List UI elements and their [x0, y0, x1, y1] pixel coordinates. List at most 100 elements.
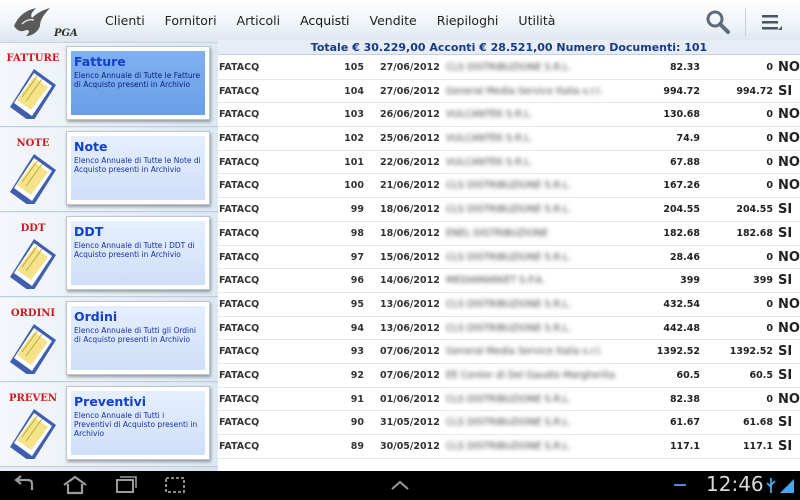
table-row[interactable]: FATACQ 98 18/06/2012 ENEL DISTRIBUZIONE 182.… — [218, 221, 800, 246]
sidebar-item-title: DDT — [74, 224, 104, 239]
supplier-name-cell: General Media Service Italia s.r.l. — [446, 346, 603, 358]
doc-number-cell: 103 — [344, 109, 364, 121]
paid-flag-cell: SI — [778, 415, 793, 431]
doc-number-cell: 99 — [350, 204, 364, 216]
sidebar-item-description: Elenco Annuale di Tutte i DDT di Acquist… — [74, 241, 195, 259]
sidebar-item-ordini[interactable]: ORDINI Ordini Elenco Annuale di Tutti gl… — [0, 298, 218, 382]
sidebar-item-ddt[interactable]: DDT DDT Elenco Annuale di Tutte i DDT di… — [0, 213, 218, 297]
doc-date-cell: 07/06/2012 — [380, 369, 440, 381]
table-row[interactable]: FATACQ 95 13/06/2012 CLS DISTRIBUZIONE S.R.… — [218, 292, 800, 317]
table-row[interactable]: FATACQ 93 07/06/2012 General Media Service … — [218, 340, 800, 364]
table-row[interactable]: FATACQ 102 25/06/2012 VULCANTEK S.R.L. 74.9 0… — [218, 127, 800, 151]
doc-number-cell: 102 — [344, 133, 364, 145]
doc-number-cell: 96 — [350, 275, 364, 287]
doc-type-cell: FATACQ — [219, 417, 260, 429]
home-icon — [63, 475, 87, 495]
doc-number-cell: 97 — [350, 251, 364, 263]
screenshot-icon — [165, 477, 185, 493]
notification-dash-icon — [674, 484, 686, 486]
tab-vendite[interactable]: Vendite — [360, 0, 427, 42]
table-row[interactable]: FATACQ 105 27/06/2012 CLS DISTRIBUZIONE S.R… — [218, 56, 800, 80]
sidebar-icon-label: NOTE — [16, 138, 50, 149]
table-row[interactable]: FATACQ 99 18/06/2012 CLS DISTRIBUZIONE S.R.… — [218, 198, 800, 222]
doc-date-cell: 22/06/2012 — [380, 156, 440, 168]
paid-flag-cell: NO — [778, 131, 800, 147]
amount-cell: 82.38 — [669, 393, 700, 405]
paid-flag-cell: NO — [778, 296, 800, 312]
table-row[interactable]: FATACQ 89 30/05/2012 CLS DISTRIBUZIONE S.R.… — [218, 435, 800, 459]
recent-apps-button[interactable] — [110, 474, 140, 496]
amount-cell: 432.54 — [663, 298, 700, 310]
doc-type-cell: FATACQ — [219, 227, 260, 239]
search-button[interactable] — [704, 8, 732, 36]
tab-riepiloghi[interactable]: Riepiloghi — [427, 0, 509, 42]
table-row[interactable]: FATACQ 90 31/05/2012 CLS DISTRIBUZIONE S.R.… — [218, 411, 800, 435]
deposit-cell: 60.5 — [749, 369, 773, 381]
doc-number-cell: 92 — [350, 369, 364, 381]
supplier-name-cell: CLS DISTRIBUZIONE S.R.L. — [446, 322, 572, 334]
sidebar-item-description: Elenco Annuale di Tutti i Preventivi di … — [74, 411, 198, 438]
deposit-cell: 0 — [766, 393, 773, 405]
doc-type-cell: FATACQ — [219, 156, 260, 168]
deposit-cell: 0 — [766, 133, 773, 145]
table-row[interactable]: FATACQ 100 21/06/2012 CLS DISTRIBUZIONE S.R… — [218, 174, 800, 199]
document-type-sidebar: FATTURE Fatture Elenco Annuale di Tutte … — [0, 43, 218, 471]
sidebar-item-preventivi[interactable]: PREVEN Preventivi Elenco Annuale di Tutt… — [0, 383, 218, 467]
doc-date-cell: 25/06/2012 — [380, 133, 440, 145]
doc-type-cell: FATACQ — [219, 180, 260, 192]
table-row[interactable]: FATACQ 96 14/06/2012 MEDIAMARKET S.P.A. 399 3… — [218, 269, 800, 293]
amount-cell: 182.68 — [663, 227, 700, 239]
sidebar-item-fatture[interactable]: FATTURE Fatture Elenco Annuale di Tutte … — [0, 43, 218, 127]
chevron-up-icon — [391, 480, 409, 490]
supplier-name-cell: ENEL DISTRIBUZIONE — [446, 227, 548, 239]
doc-type-cell: FATACQ — [219, 346, 260, 358]
notification-indicator[interactable] — [668, 475, 692, 497]
paid-flag-cell: SI — [778, 83, 793, 99]
back-button[interactable] — [10, 474, 40, 496]
fatture-document-icon: FATTURE — [4, 49, 62, 123]
table-row[interactable]: FATACQ 97 15/06/2012 CLS DISTRIBUZIONE S.R.… — [218, 245, 800, 270]
screenshot-button[interactable] — [160, 474, 190, 496]
amount-cell: 130.68 — [663, 109, 700, 121]
sidebar-item-description: Elenco Annuale di Tutte le Fatture di Ac… — [74, 71, 201, 89]
preventivi-document-icon: PREVEN — [4, 389, 62, 463]
doc-type-cell: FATACQ — [219, 322, 260, 334]
table-row[interactable]: FATACQ 101 22/06/2012 VULCANTEK S.R.L. 67.88… — [218, 150, 800, 175]
paid-flag-cell: NO — [778, 249, 800, 265]
paid-flag-cell: SI — [778, 273, 793, 289]
tab-articoli[interactable]: Articoli — [227, 0, 291, 42]
deposit-cell: 1392.52 — [729, 346, 773, 358]
overflow-menu-button[interactable] — [758, 10, 784, 34]
tab-acquisti[interactable]: Acquisti — [290, 0, 360, 42]
sidebar-item-title: Fatture — [74, 54, 126, 69]
table-row[interactable]: FATACQ 91 01/06/2012 CLS DISTRIBUZIONE S.R.… — [218, 387, 800, 412]
doc-number-cell: 104 — [344, 85, 364, 97]
table-row[interactable]: FATACQ 92 07/06/2012 EE Center di Del Gaudi… — [218, 363, 800, 388]
doc-date-cell: 07/06/2012 — [380, 346, 440, 358]
paid-flag-cell: NO — [778, 391, 800, 407]
doc-date-cell: 15/06/2012 — [380, 251, 440, 263]
tab-clienti[interactable]: Clienti — [95, 0, 155, 42]
paid-flag-cell: NO — [778, 107, 800, 123]
sidebar-card: Note Elenco Annuale di Tutte le Note di … — [66, 131, 210, 205]
sidebar-card: DDT Elenco Annuale di Tutte i DDT di Acq… — [66, 216, 210, 290]
paid-flag-cell: NO — [778, 154, 800, 170]
supplier-name-cell: CLS DISTRIBUZIONE S.R.L. — [446, 417, 572, 429]
table-row[interactable]: FATACQ 103 26/06/2012 VULCANTEK S.R.L. 130.6… — [218, 103, 800, 128]
sidebar-item-note[interactable]: NOTE Note Elenco Annuale di Tutte le Not… — [0, 128, 218, 212]
recent-apps-icon — [116, 476, 137, 493]
tab-utilita[interactable]: Utilità — [508, 0, 565, 42]
supplier-name-cell: MEDIAMARKET S.P.A. — [446, 275, 545, 287]
doc-date-cell: 21/06/2012 — [380, 180, 440, 192]
doc-date-cell: 14/06/2012 — [380, 275, 440, 287]
tab-fornitori[interactable]: Fornitori — [155, 0, 227, 42]
sidebar-icon-label: FATTURE — [6, 53, 60, 64]
doc-type-cell: FATACQ — [219, 109, 260, 121]
app-drawer-handle[interactable] — [385, 474, 415, 496]
status-clock: 12:46 — [706, 472, 764, 496]
home-button[interactable] — [60, 474, 90, 496]
table-row[interactable]: FATACQ 104 27/06/2012 General Media Service… — [218, 79, 800, 104]
deposit-cell: 61.68 — [742, 417, 773, 429]
table-row[interactable]: FATACQ 94 13/06/2012 CLS DISTRIBUZIONE S.R.… — [218, 316, 800, 341]
doc-number-cell: 95 — [350, 298, 364, 310]
